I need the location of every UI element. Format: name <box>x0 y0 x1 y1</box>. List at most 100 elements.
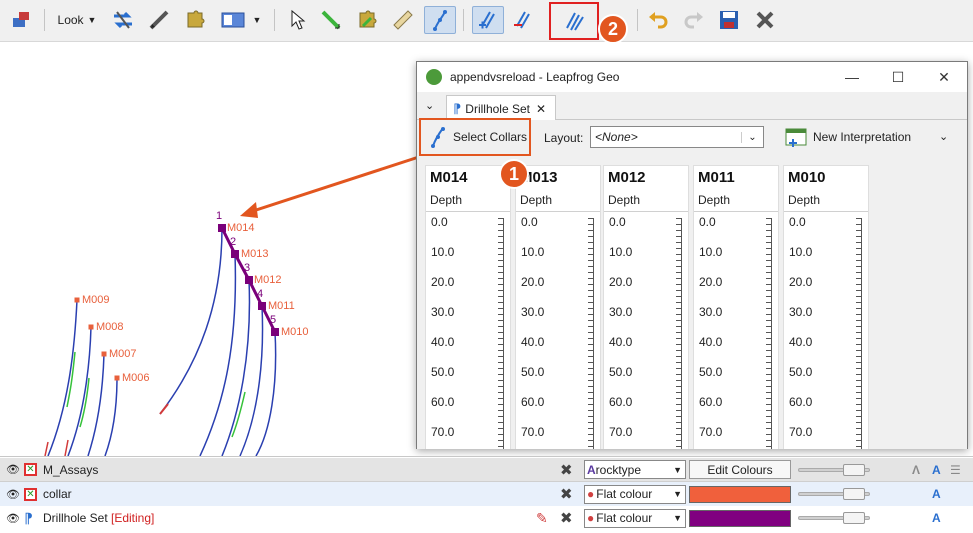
collar-marker[interactable] <box>258 302 266 310</box>
look-label: Look <box>57 13 84 27</box>
style-value: rocktype <box>595 462 642 477</box>
collar-marker[interactable] <box>271 328 279 336</box>
edit-colours-button[interactable]: Edit Colours <box>689 460 791 479</box>
collar-label: M014 <box>227 222 255 234</box>
collar-order: 1 <box>216 210 223 222</box>
collar-marker[interactable] <box>101 351 107 357</box>
column-depth-label: Depth <box>426 190 510 212</box>
colour-swatch[interactable] <box>689 485 791 503</box>
shown-objects-list: 👁 ✕ M_Assays ✖ A rocktype ▼ Edit Colours… <box>0 456 973 533</box>
chevron-down-icon: ⌄ <box>741 131 763 143</box>
drillhole-icon: ⁋ <box>24 509 33 526</box>
column-depth-label: Depth <box>516 190 600 212</box>
text-icon[interactable]: A <box>932 463 941 477</box>
log-column[interactable]: M012 Depth 0.0 10.0 20.0 30.0 40.0 50.0 60.0 70… <box>603 165 689 449</box>
tab-close-icon[interactable]: ✕ <box>536 102 546 116</box>
remove-interval-icon[interactable] <box>508 6 538 34</box>
tab-list-chevron-icon[interactable]: ⌄ <box>425 99 434 112</box>
chevron-down-icon: ▼ <box>673 513 682 523</box>
layout-dropdown-icon[interactable]: ▼ <box>250 6 264 34</box>
tab-label: Drillhole Set <box>465 101 530 116</box>
column-depth-label: Depth <box>784 190 868 212</box>
opacity-slider[interactable] <box>798 488 870 500</box>
column-hole-name: M010 <box>788 169 826 186</box>
render-options-icon[interactable]: Λ <box>912 463 920 477</box>
collar-order: 2 <box>230 236 237 248</box>
new-interpretation-button[interactable]: New Interpretation <box>785 125 911 149</box>
window-close-button[interactable]: ✕ <box>921 62 967 92</box>
text-icon[interactable]: A <box>932 487 941 501</box>
collar-label: M007 <box>109 348 137 360</box>
layout-label: Layout: <box>544 131 584 145</box>
collar-order: 4 <box>257 288 264 300</box>
new-interval-icon[interactable] <box>472 6 504 34</box>
collar-marker[interactable] <box>245 276 253 284</box>
collar-marker[interactable] <box>74 297 80 303</box>
collar-label: M006 <box>122 372 150 384</box>
save-icon[interactable] <box>714 6 744 34</box>
edit-pencil-icon[interactable]: ✎ <box>536 510 548 527</box>
layer-row[interactable]: 👁 ⁋ Drillhole Set [Editing] ✎ ✖ ● Flat c… <box>0 506 973 530</box>
layout-select[interactable]: <None> ⌄ <box>590 126 764 148</box>
ruler-icon[interactable] <box>388 6 418 34</box>
select-collars-button[interactable]: Select Collars <box>419 118 531 156</box>
style-select[interactable]: ● Flat colour ▼ <box>584 484 686 504</box>
eye-icon[interactable]: 👁 <box>6 512 20 525</box>
window-toolbar: Select Collars Layout: <None> ⌄ New Inte… <box>417 118 967 156</box>
collar-label: M008 <box>96 321 124 333</box>
slice-icon[interactable] <box>144 6 174 34</box>
puzzle-icon[interactable] <box>180 6 210 34</box>
more-options-chevron-icon[interactable]: ⌄ <box>939 130 948 143</box>
opacity-slider[interactable] <box>798 463 870 476</box>
new-interpretation-icon <box>785 128 807 147</box>
collar-marker[interactable] <box>218 224 226 232</box>
log-column[interactable]: M013 Depth 0.0 10.0 20.0 30.0 40.0 50.0 60.0 70… <box>515 165 601 449</box>
tab-bar: ⌄ ⁋ Drillhole Set ✕ <box>417 92 967 121</box>
column-hole-name: M014 <box>430 169 468 186</box>
remove-layer-icon[interactable]: ✖ <box>560 461 573 479</box>
eye-icon[interactable]: 👁 <box>6 488 20 501</box>
minimize-button[interactable]: — <box>829 62 875 92</box>
layer-row[interactable]: 👁 ✕ M_Assays ✖ A rocktype ▼ Edit Colours… <box>0 458 973 482</box>
colour-swatch[interactable] <box>689 509 791 527</box>
eye-icon[interactable]: 👁 <box>6 463 20 476</box>
look-menu-button[interactable]: Look ▼ <box>52 6 102 34</box>
pointer-icon[interactable] <box>282 6 312 34</box>
style-select[interactable]: A rocktype ▼ <box>584 460 686 479</box>
layer-name: M_Assays <box>43 462 99 477</box>
edit-surface-icon[interactable] <box>352 6 382 34</box>
close-icon[interactable] <box>750 6 780 34</box>
table-icon: ✕ <box>24 463 37 476</box>
opacity-slider[interactable] <box>798 512 870 524</box>
drillhole-tool-icon[interactable] <box>424 6 456 34</box>
log-column[interactable]: M011 Depth 0.0 10.0 20.0 30.0 40.0 50.0 60.0 70… <box>693 165 779 449</box>
layout-icon[interactable] <box>218 6 248 34</box>
scene-tools-icon[interactable] <box>6 6 36 34</box>
layer-row[interactable]: 👁 ✕ collar ✖ ● Flat colour ▼ A <box>0 482 973 506</box>
layer-name: Drillhole Set <box>43 511 108 525</box>
palette-icon: ● <box>587 511 595 525</box>
remove-layer-icon[interactable]: ✖ <box>560 485 573 503</box>
collar-label: M009 <box>82 294 110 306</box>
remove-layer-icon[interactable]: ✖ <box>560 509 573 527</box>
collar-marker[interactable] <box>114 375 120 381</box>
collar-label: M010 <box>281 326 309 338</box>
log-column[interactable]: M014 Depth 0.0 10.0 20.0 30.0 40.0 50.0 60.0 70… <box>425 165 511 449</box>
column-depth-label: Depth <box>694 190 778 212</box>
window-titlebar[interactable]: appendvsreload - Leapfrog Geo — ☐ ✕ <box>417 62 967 92</box>
collar-marker[interactable] <box>88 324 94 330</box>
undo-icon[interactable] <box>644 6 672 34</box>
text-icon[interactable]: A <box>932 511 941 525</box>
collar-marker[interactable] <box>231 250 239 258</box>
log-column[interactable]: M010 Depth 0.0 10.0 20.0 30.0 40.0 50.0 60.0 70… <box>783 165 869 449</box>
style-select[interactable]: ● Flat colour ▼ <box>584 508 686 528</box>
maximize-button[interactable]: ☐ <box>875 62 921 92</box>
style-value: Flat colour <box>596 487 653 501</box>
list-icon[interactable]: ☰ <box>950 463 961 477</box>
draw-line-icon[interactable] <box>316 6 346 34</box>
redo-icon[interactable] <box>680 6 708 34</box>
collar-order: 5 <box>270 314 277 326</box>
append-intervals-button[interactable] <box>549 2 599 40</box>
column-hole-name: M012 <box>608 169 646 186</box>
swap-view-icon[interactable] <box>108 6 138 34</box>
